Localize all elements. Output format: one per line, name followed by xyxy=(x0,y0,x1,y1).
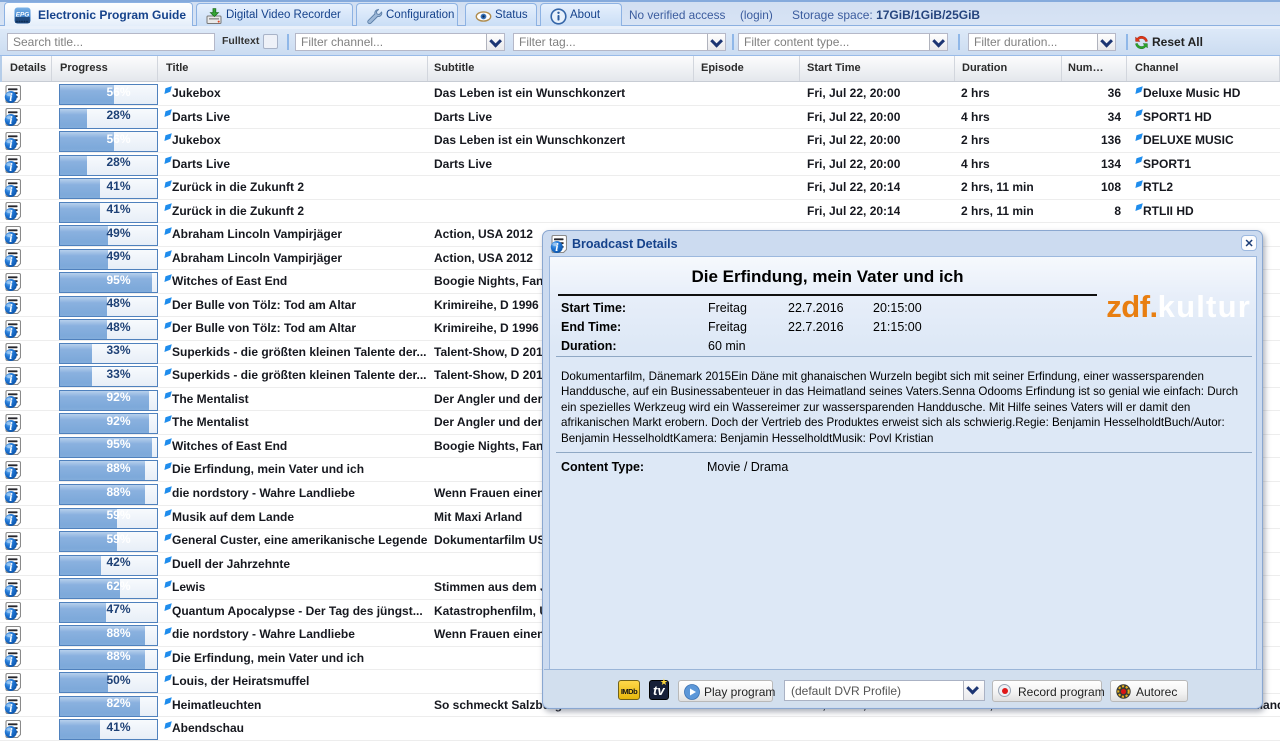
svg-text:EPG: EPG xyxy=(16,12,30,19)
